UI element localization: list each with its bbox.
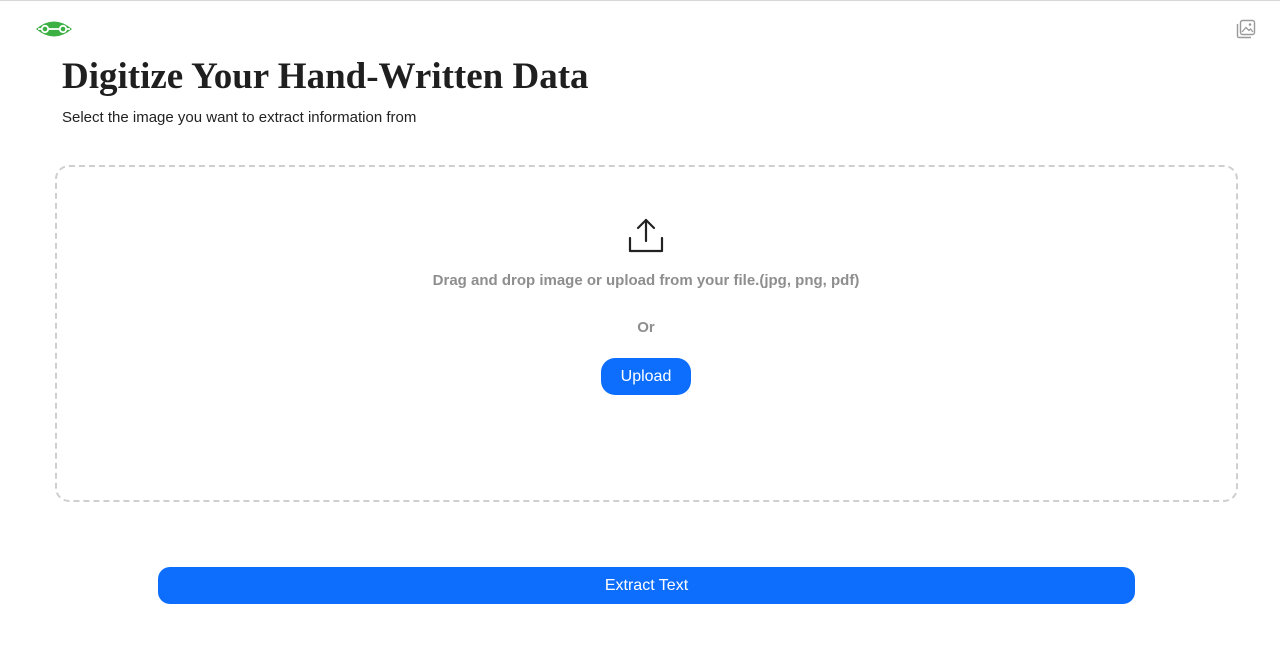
upload-icon (628, 218, 664, 253)
page-title: Digitize Your Hand-Written Data (62, 56, 589, 97)
page: Digitize Your Hand-Written Data Select t… (0, 0, 1280, 653)
dropzone-instruction: Drag and drop image or upload from your … (432, 272, 860, 289)
eye-logo-icon (36, 21, 72, 37)
upload-button[interactable]: Upload (601, 358, 691, 395)
or-label: Or (637, 319, 655, 336)
image-gallery-icon[interactable] (1236, 19, 1256, 39)
page-subtitle: Select the image you want to extract inf… (62, 109, 417, 126)
extract-text-button[interactable]: Extract Text (158, 567, 1135, 604)
